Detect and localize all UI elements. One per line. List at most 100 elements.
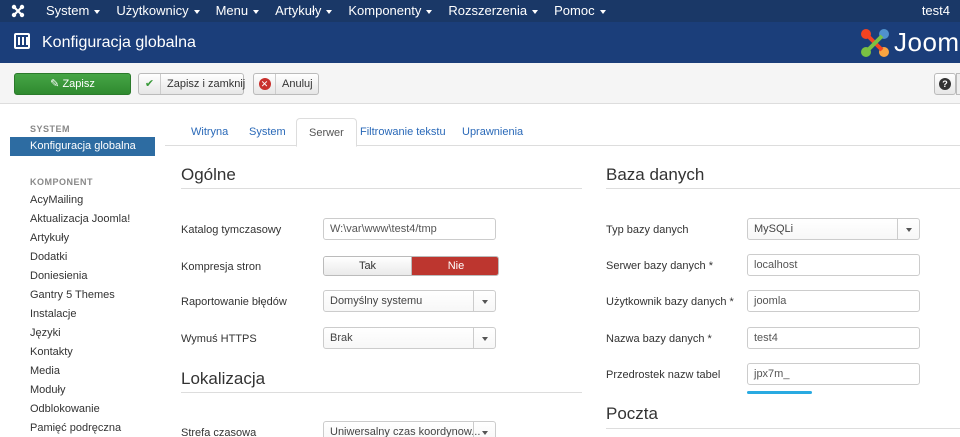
chevron-down-icon — [532, 9, 539, 14]
sidebar-item-global-config[interactable]: Konfiguracja globalna — [10, 137, 155, 156]
cancel-label: Anuluj — [282, 78, 313, 90]
menu-components-label: Komponenty — [348, 3, 422, 18]
menu-extensions[interactable]: Rozszerzenia — [448, 0, 539, 22]
menu-system-label: System — [46, 3, 90, 18]
db-prefix-label: Przedrostek nazw tabel — [606, 369, 721, 381]
error-reporting-label: Raportowanie błędów — [181, 296, 287, 308]
force-https-value: Brak — [330, 332, 353, 344]
save-close-label: Zapisz i zamknij — [167, 78, 246, 90]
db-prefix-input[interactable]: jpx7m_ — [747, 363, 920, 385]
gzip-yes-button[interactable]: Tak — [324, 257, 412, 275]
brand-text: Joom — [894, 27, 960, 57]
timezone-select[interactable]: Uniwersalny czas koordynow... — [323, 421, 496, 437]
db-type-value: MySQLi — [754, 223, 794, 235]
save-button-label: Zapisz — [62, 78, 95, 90]
sidebar-heading-system: SYSTEM — [30, 124, 71, 134]
equalizer-icon — [14, 33, 30, 49]
gzip-label: Kompresja stron — [181, 261, 262, 273]
page-header: Konfiguracja globalna Joom — [0, 22, 960, 63]
chevron-down-icon — [473, 291, 495, 311]
tab-text-filters[interactable]: Filtrowanie tekstu — [348, 118, 458, 146]
tmp-path-label: Katalog tymczasowy — [181, 224, 282, 236]
menu-system[interactable]: System — [46, 0, 101, 22]
db-type-select[interactable]: MySQLi — [747, 218, 920, 240]
chevron-down-icon — [94, 9, 101, 14]
divider — [181, 392, 582, 393]
highlight-underline — [747, 391, 812, 394]
chevron-down-icon — [253, 9, 260, 14]
sidebar-item[interactable]: Pamięć podręczna — [30, 422, 121, 434]
save-button[interactable]: ✎ Zapisz — [14, 73, 131, 95]
divider — [606, 188, 960, 189]
divider — [606, 428, 960, 429]
menu-components[interactable]: Komponenty — [348, 0, 433, 22]
sidebar-item[interactable]: Dodatki — [30, 251, 67, 263]
divider — [181, 188, 582, 189]
sidebar-item[interactable]: Artykuły — [30, 232, 69, 244]
save-close-button[interactable]: ✔ Zapisz i zamknij — [138, 73, 246, 95]
chevron-down-icon — [473, 422, 495, 437]
user-menu[interactable]: test4 — [922, 0, 950, 22]
error-reporting-select[interactable]: Domyślny systemu — [323, 290, 496, 312]
menu-help[interactable]: Pomoc — [554, 0, 606, 22]
edit-icon: ✎ — [50, 78, 60, 90]
menu-users[interactable]: Użytkownicy — [116, 0, 200, 22]
menu-help-label: Pomoc — [554, 3, 595, 18]
error-reporting-value: Domyślny systemu — [330, 295, 423, 307]
section-title-database: Baza danych — [606, 165, 705, 184]
sidebar-item[interactable]: Instalacje — [30, 308, 76, 320]
top-navbar: System Użytkownicy Menu Artykuły Kompone… — [0, 0, 960, 22]
sidebar-item[interactable]: Kontakty — [30, 346, 73, 358]
sidebar-item[interactable]: AcyMailing — [30, 194, 83, 206]
tab-site[interactable]: Witryna — [179, 118, 240, 146]
check-icon: ✔ — [139, 74, 161, 94]
sidebar-item[interactable]: Moduły — [30, 384, 65, 396]
section-title-locale: Lokalizacja — [181, 369, 266, 388]
sidebar-heading-component: KOMPONENT — [30, 177, 93, 187]
timezone-label: Strefa czasowa — [181, 427, 257, 437]
menu-extensions-label: Rozszerzenia — [448, 3, 528, 18]
toolbar: ✎ Zapisz ✔ Zapisz i zamknij ✕ Anuluj ? — [0, 63, 960, 104]
sidebar-item[interactable]: Języki — [30, 327, 61, 339]
db-user-input[interactable]: joomla — [747, 290, 920, 312]
options-button[interactable] — [956, 73, 960, 95]
tab-system[interactable]: System — [237, 118, 298, 146]
sidebar-item[interactable]: Odblokowanie — [30, 403, 100, 415]
joomla-logo-icon[interactable] — [10, 3, 26, 19]
timezone-value: Uniwersalny czas koordynow... — [330, 426, 481, 437]
sidebar-item[interactable]: Gantry 5 Themes — [30, 289, 115, 301]
force-https-label: Wymuś HTTPS — [181, 333, 257, 345]
chevron-down-icon — [426, 9, 433, 14]
db-user-label: Użytkownik bazy danych * — [606, 296, 734, 308]
menu-content[interactable]: Artykuły — [275, 0, 333, 22]
sidebar-item[interactable]: Media — [30, 365, 60, 377]
chevron-down-icon — [193, 9, 200, 14]
force-https-select[interactable]: Brak — [323, 327, 496, 349]
main-menu: System Użytkownicy Menu Artykuły Kompone… — [46, 0, 622, 22]
chevron-down-icon — [599, 9, 606, 14]
chevron-down-icon — [326, 9, 333, 14]
db-type-label: Typ bazy danych — [606, 224, 689, 236]
db-host-input[interactable]: localhost — [747, 254, 920, 276]
db-name-label: Nazwa bazy danych * — [606, 333, 712, 345]
chevron-down-icon — [897, 219, 919, 239]
gzip-no-button[interactable]: Nie — [412, 257, 498, 275]
help-button[interactable]: ? — [934, 73, 956, 95]
menu-menus-label: Menu — [215, 3, 249, 18]
section-title-general: Ogólne — [181, 165, 236, 184]
db-host-label: Serwer bazy danych * — [606, 260, 713, 272]
cancel-button[interactable]: ✕ Anuluj — [253, 73, 319, 95]
sidebar-item[interactable]: Doniesienia — [30, 270, 87, 282]
menu-menus[interactable]: Menu — [216, 0, 260, 22]
help-icon: ? — [939, 78, 951, 90]
tab-permissions[interactable]: Uprawnienia — [450, 118, 535, 146]
gzip-toggle: Tak Nie — [323, 256, 499, 276]
tab-bar: Witryna System Serwer Filtrowanie tekstu… — [165, 118, 960, 147]
menu-users-label: Użytkownicy — [116, 3, 189, 18]
section-title-mail: Poczta — [606, 404, 658, 423]
sidebar-item[interactable]: Aktualizacja Joomla! — [30, 213, 130, 225]
menu-content-label: Artykuły — [275, 3, 322, 18]
sidebar: SYSTEM Konfiguracja globalna KOMPONENT A… — [0, 104, 165, 437]
db-name-input[interactable]: test4 — [747, 327, 920, 349]
tmp-path-input[interactable]: W:\var\www\test4/tmp — [323, 218, 496, 240]
